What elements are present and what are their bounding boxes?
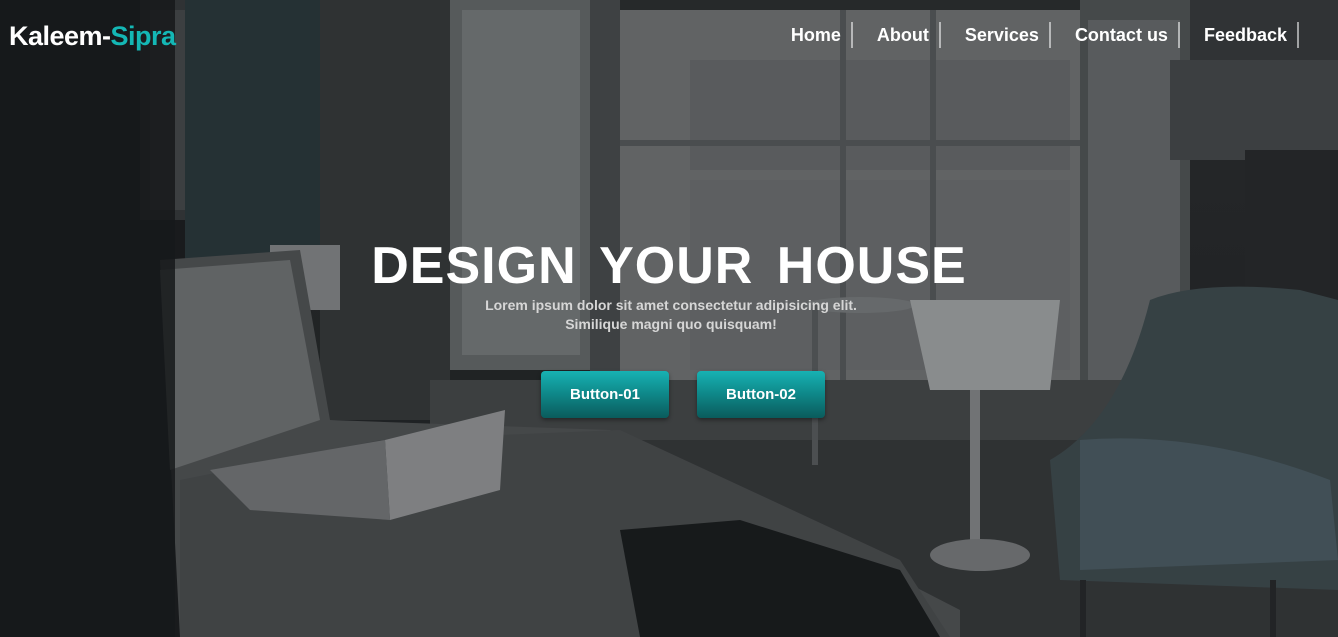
nav-link-home[interactable]: Home — [791, 22, 853, 48]
button-02[interactable]: Button-02 — [697, 371, 825, 418]
nav-link-contact[interactable]: Contact us — [1051, 22, 1180, 48]
hero-subtext: Lorem ipsum dolor sit amet consectetur a… — [485, 297, 857, 332]
main-nav: Home About Services Contact us Feedback — [791, 22, 1299, 48]
hero-headline: DESIGN YOUR HOUSE — [371, 237, 967, 295]
nav-link-services[interactable]: Services — [941, 22, 1051, 48]
site-logo[interactable]: Kaleem-Sipra — [9, 18, 176, 54]
button-01[interactable]: Button-01 — [541, 371, 669, 418]
nav-link-about[interactable]: About — [853, 22, 941, 48]
hero-section: Kaleem-Sipra Home About Services Contact… — [0, 0, 1338, 637]
nav-link-feedback[interactable]: Feedback — [1180, 22, 1299, 48]
logo-accent-text: Sipra — [110, 21, 177, 51]
logo-main-text: Kaleem- — [9, 21, 111, 51]
